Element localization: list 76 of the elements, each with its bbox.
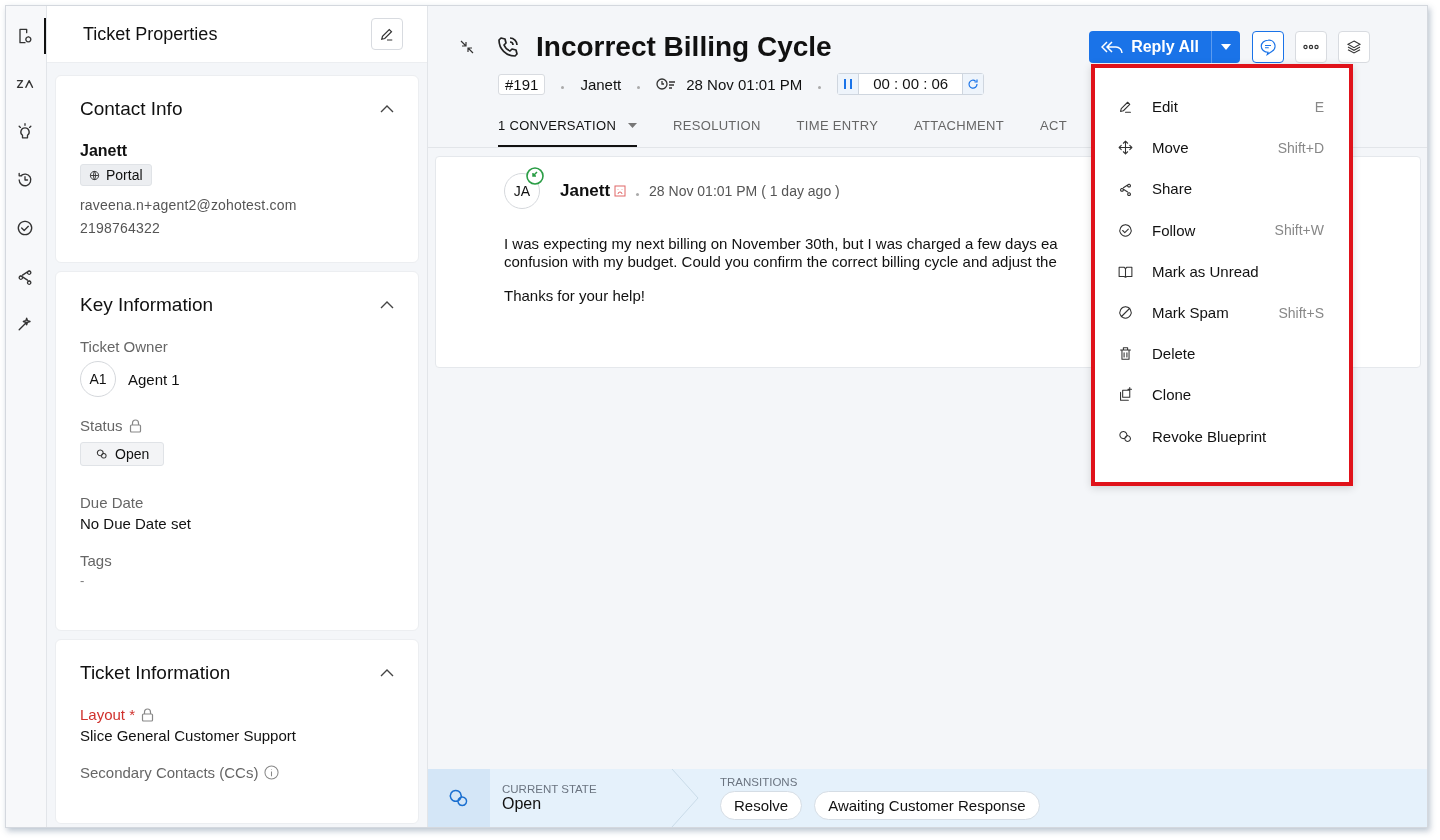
field-label: Tags bbox=[80, 552, 112, 569]
field-label: Layout * bbox=[80, 706, 136, 723]
message-time: 28 Nov 01:01 PM ( 1 day ago ) bbox=[649, 183, 840, 199]
collapse-icon[interactable] bbox=[380, 669, 394, 677]
status-badge[interactable]: Open bbox=[80, 442, 165, 466]
message-text: confusion with my budget. Could you confirm the correct billing cycle and adjust the bbox=[504, 253, 1058, 271]
layers-button[interactable] bbox=[1338, 31, 1370, 63]
section-title: Key Information bbox=[80, 294, 214, 316]
tab[interactable]: TIME ENTRY bbox=[796, 118, 879, 147]
edit-button[interactable] bbox=[371, 18, 403, 50]
tab[interactable]: ATTACHMENT bbox=[914, 118, 1004, 147]
layers-icon bbox=[1346, 39, 1362, 55]
transitions-label: TRANSITIONS bbox=[720, 776, 799, 788]
more-button[interactable] bbox=[1295, 31, 1327, 63]
more-icon bbox=[1303, 44, 1319, 50]
field-value: No Due Date set bbox=[80, 515, 192, 532]
menu-item[interactable]: Delete bbox=[1095, 333, 1349, 375]
menu-item[interactable]: Revoke Blueprint bbox=[1095, 415, 1349, 457]
caret-icon bbox=[1221, 44, 1231, 50]
contact-name[interactable]: Janett bbox=[580, 75, 622, 93]
field-value: - bbox=[80, 573, 86, 588]
speech-bubble-icon bbox=[1259, 38, 1277, 56]
caret-icon[interactable] bbox=[628, 123, 638, 128]
field-label: Due Date bbox=[80, 494, 144, 511]
reply-dropdown-button[interactable] bbox=[1211, 31, 1240, 63]
tab[interactable]: RESOLUTION bbox=[673, 118, 761, 147]
clock-icon bbox=[656, 77, 677, 91]
refresh-icon bbox=[967, 78, 980, 90]
menu-item[interactable]: Mark Spam Shift+S bbox=[1095, 291, 1349, 334]
reply-all-button[interactable]: Reply All bbox=[1089, 31, 1211, 63]
field-label: Ticket Owner bbox=[80, 338, 168, 355]
ticket-id: #191 bbox=[498, 73, 546, 95]
tab[interactable]: 1 CONVERSATION bbox=[498, 118, 638, 147]
menu-item[interactable]: Edit E bbox=[1095, 86, 1349, 128]
trash-icon bbox=[1117, 345, 1134, 363]
field-label: Status bbox=[80, 417, 123, 434]
sad-face-icon bbox=[614, 185, 627, 197]
reset-button[interactable] bbox=[963, 74, 984, 94]
author-name: Janett bbox=[560, 181, 611, 201]
field-label: Secondary Contacts (CCs) bbox=[80, 764, 259, 781]
move-icon bbox=[1117, 139, 1134, 157]
phone-icon bbox=[496, 35, 520, 59]
tab[interactable]: ACT bbox=[1040, 118, 1067, 147]
collapse-icon[interactable] bbox=[380, 105, 394, 113]
menu-item[interactable]: Mark as Unread bbox=[1095, 250, 1349, 292]
field-value: Slice General Customer Support bbox=[80, 727, 297, 744]
contact-name: Janett bbox=[80, 142, 129, 160]
clone-icon bbox=[1117, 386, 1134, 404]
pause-icon bbox=[844, 79, 853, 89]
pause-button[interactable] bbox=[838, 74, 859, 94]
state-label: CURRENT STATE bbox=[502, 783, 598, 795]
collapse-icon[interactable] bbox=[460, 40, 474, 54]
ticket-title: Incorrect Billing Cycle bbox=[536, 31, 832, 63]
info-icon[interactable] bbox=[264, 765, 280, 780]
section-title: Ticket Information bbox=[80, 662, 231, 684]
current-state: Open bbox=[502, 795, 543, 813]
collapse-icon[interactable] bbox=[380, 301, 394, 309]
reply-all-icon bbox=[1101, 40, 1124, 54]
menu-item[interactable]: Move Shift+D bbox=[1095, 127, 1349, 169]
panel-title: Ticket Properties bbox=[83, 23, 218, 45]
contact-phone: 2198764322 bbox=[80, 219, 161, 238]
channel-badge: Portal bbox=[80, 164, 152, 186]
transition-button[interactable]: Resolve bbox=[720, 791, 803, 820]
menu-item[interactable]: Clone bbox=[1095, 374, 1349, 416]
owner-name: Agent 1 bbox=[128, 370, 180, 388]
created-time: 28 Nov 01:01 PM bbox=[686, 75, 803, 93]
message-text: I was expecting my next billing on November 30th, but I was charged a few days ea bbox=[504, 235, 1059, 253]
incoming-badge-icon bbox=[526, 167, 544, 185]
contact-email: raveena.n+agent2@zohotest.com bbox=[80, 196, 298, 215]
transition-button[interactable]: Awaiting Customer Response bbox=[814, 791, 1040, 820]
block-icon bbox=[1117, 304, 1134, 322]
section-title: Contact Info bbox=[80, 98, 183, 120]
comment-button[interactable] bbox=[1252, 31, 1284, 63]
message-text: Thanks for your help! bbox=[504, 287, 646, 305]
menu-item[interactable]: Follow Shift+W bbox=[1095, 209, 1349, 251]
menu-item[interactable]: Share bbox=[1095, 168, 1349, 210]
